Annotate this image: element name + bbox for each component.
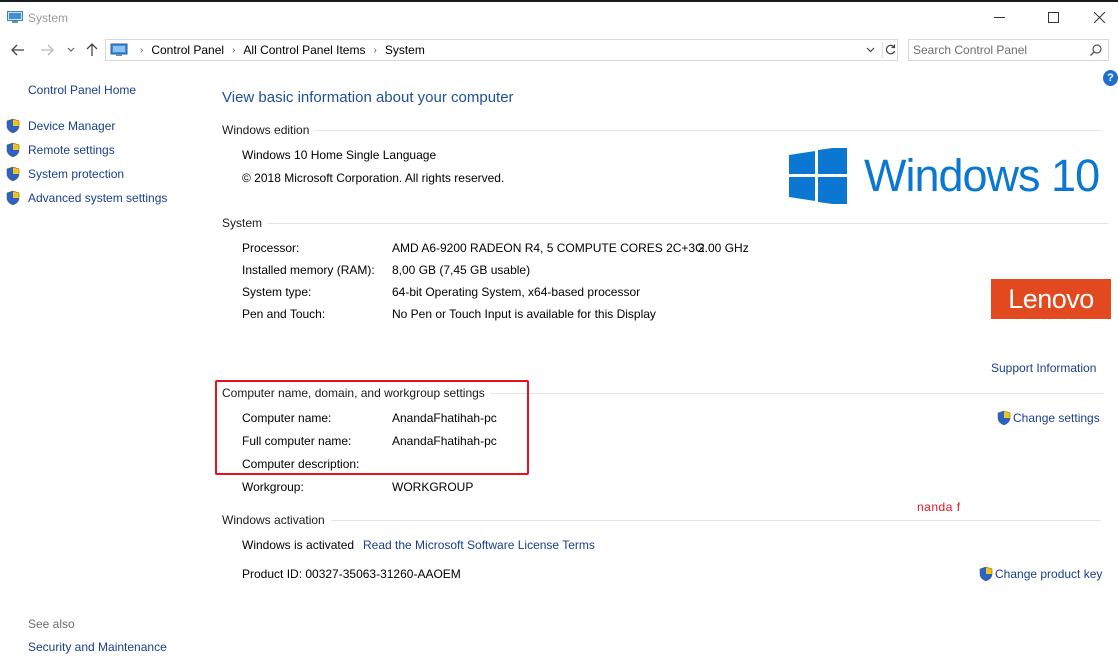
memory-value: 8,00 GB (7,45 GB usable) xyxy=(392,263,531,277)
sidebar-item-label: Advanced system settings xyxy=(28,191,168,205)
control-panel-home-link[interactable]: Control Panel Home xyxy=(28,83,136,97)
section-divider xyxy=(268,222,1109,224)
chevron-down-icon xyxy=(866,47,874,53)
workgroup-label: Workgroup: xyxy=(242,480,304,494)
windows-edition-name: Windows 10 Home Single Language xyxy=(242,148,437,162)
section-windows-activation-heading: Windows activation xyxy=(222,513,1101,527)
section-divider xyxy=(330,519,1101,521)
close-icon xyxy=(1093,11,1105,23)
windows-copyright: © 2018 Microsoft Corporation. All rights… xyxy=(242,171,505,185)
handwritten-annotation: nanda f xyxy=(917,500,961,514)
breadcrumb: › Control Panel › All Control Panel Item… xyxy=(110,42,425,58)
chevron-down-icon xyxy=(67,47,75,52)
sidebar-item-label: Remote settings xyxy=(28,143,115,157)
system-type-label: System type: xyxy=(242,285,312,299)
red-highlight-annotation xyxy=(215,380,529,475)
section-system-heading: System xyxy=(222,216,1109,230)
shield-icon xyxy=(6,142,20,158)
support-information-link[interactable]: Support Information xyxy=(991,361,1096,375)
sidebar-item-label: System protection xyxy=(28,167,125,181)
see-also-label: See also xyxy=(28,617,75,631)
section-heading-text: Windows activation xyxy=(222,513,325,527)
shield-icon xyxy=(6,190,20,206)
windows-logo-icon xyxy=(789,148,847,204)
recent-locations-button[interactable] xyxy=(61,40,81,60)
lenovo-logo: Lenovo xyxy=(991,279,1111,319)
section-heading-text: System xyxy=(222,216,263,230)
up-button[interactable] xyxy=(82,40,102,60)
shield-icon xyxy=(979,566,993,582)
system-type-value: 64-bit Operating System, x64-based proce… xyxy=(392,285,641,299)
title-bar: System xyxy=(0,2,1118,32)
minimize-icon xyxy=(993,16,1005,18)
change-settings-label: Change settings xyxy=(1013,411,1100,425)
sidebar-item-advanced-system-settings[interactable]: Advanced system settings xyxy=(5,189,167,207)
minimize-button[interactable] xyxy=(976,2,1022,32)
maximize-icon xyxy=(1047,11,1059,23)
back-arrow-icon xyxy=(11,44,24,56)
section-divider xyxy=(315,129,1102,131)
shield-icon xyxy=(997,410,1011,426)
refresh-icon xyxy=(885,44,896,55)
sidebar-item-device-manager[interactable]: Device Manager xyxy=(5,117,115,135)
shield-icon xyxy=(6,118,20,134)
breadcrumb-separator-icon: › xyxy=(373,44,377,56)
help-button[interactable]: ? xyxy=(1103,70,1118,86)
page-title: View basic information about your comput… xyxy=(222,89,514,106)
search-input[interactable] xyxy=(913,42,1083,58)
pen-touch-value: No Pen or Touch Input is available for t… xyxy=(392,307,656,321)
windows-10-logo-text: Windows 10 xyxy=(864,150,1100,201)
processor-value: AMD A6-9200 RADEON R4, 5 COMPUTE CORES 2… xyxy=(392,241,705,255)
control-panel-icon xyxy=(110,43,128,56)
help-icon: ? xyxy=(1107,72,1114,84)
activation-status: Windows is activated xyxy=(242,538,355,552)
shield-icon xyxy=(6,166,20,182)
system-app-icon xyxy=(7,11,23,23)
change-product-key-label: Change product key xyxy=(995,567,1103,581)
breadcrumb-control-panel[interactable]: Control Panel xyxy=(151,43,224,57)
section-windows-edition-heading: Windows edition xyxy=(222,123,1102,137)
maximize-button[interactable] xyxy=(1030,2,1076,32)
back-button[interactable] xyxy=(8,40,28,60)
close-button[interactable] xyxy=(1076,2,1118,32)
section-heading-text: Windows edition xyxy=(222,123,310,137)
forward-button[interactable] xyxy=(37,40,57,60)
search-box[interactable] xyxy=(908,39,1109,61)
sidebar-item-label: Device Manager xyxy=(28,119,116,133)
workgroup-value: WORKGROUP xyxy=(392,480,474,494)
navigation-bar: › Control Panel › All Control Panel Item… xyxy=(0,36,1118,64)
pen-touch-label: Pen and Touch: xyxy=(242,307,326,321)
breadcrumb-separator-icon: › xyxy=(140,44,144,56)
processor-speed: 2.00 GHz xyxy=(698,241,749,255)
memory-label: Installed memory (RAM): xyxy=(242,263,375,277)
section-divider xyxy=(490,392,1103,394)
security-and-maintenance-link[interactable]: Security and Maintenance xyxy=(28,640,167,654)
license-terms-link[interactable]: Read the Microsoft Software License Term… xyxy=(363,538,595,552)
change-settings-link[interactable]: Change settings xyxy=(996,410,1100,426)
change-product-key-link[interactable]: Change product key xyxy=(978,566,1102,582)
forward-arrow-icon xyxy=(41,44,54,56)
window-title: System xyxy=(28,11,69,25)
processor-label: Processor: xyxy=(242,241,300,255)
product-id: Product ID: 00327-35063-31260-AAOEM xyxy=(242,567,461,581)
search-icon[interactable] xyxy=(1089,43,1103,57)
address-dropdown-button[interactable] xyxy=(863,43,877,57)
address-bar[interactable]: › Control Panel › All Control Panel Item… xyxy=(105,39,898,61)
refresh-button[interactable] xyxy=(882,42,896,58)
sidebar-item-system-protection[interactable]: System protection xyxy=(5,165,124,183)
sidebar-item-remote-settings[interactable]: Remote settings xyxy=(5,141,115,159)
breadcrumb-separator-icon: › xyxy=(232,44,236,56)
up-arrow-icon xyxy=(86,43,98,56)
breadcrumb-all-items[interactable]: All Control Panel Items xyxy=(243,43,365,57)
breadcrumb-system[interactable]: System xyxy=(385,43,425,57)
